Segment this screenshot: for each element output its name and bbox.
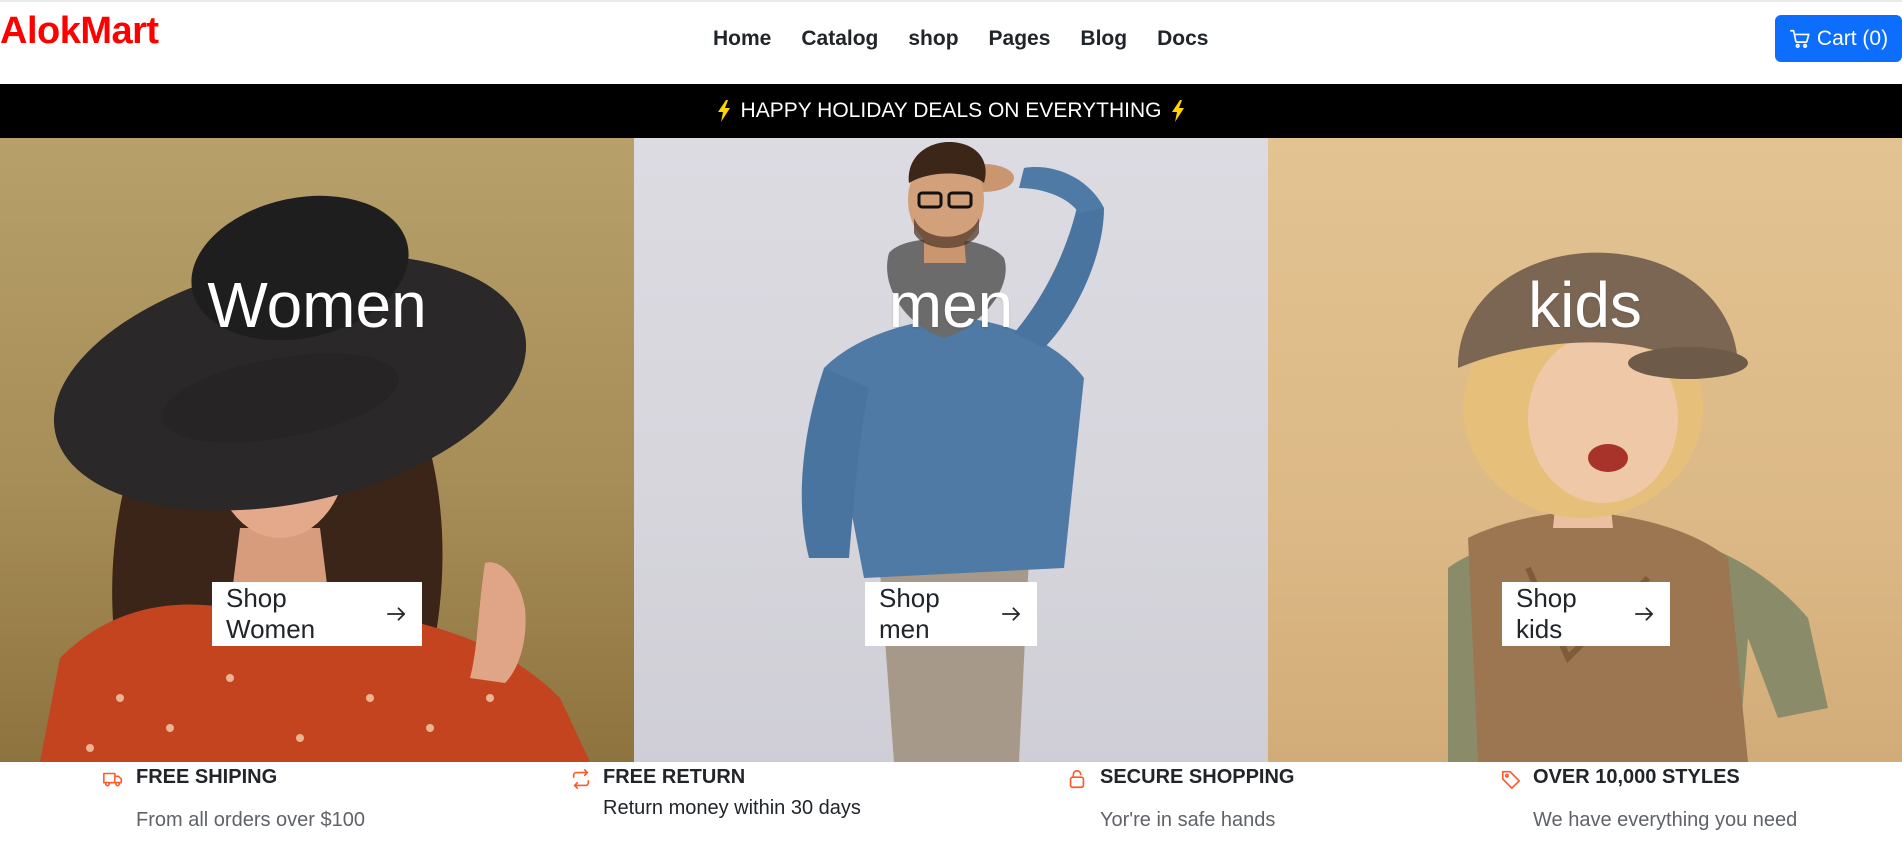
category-title-kids: kids bbox=[1528, 269, 1642, 341]
feature-text: Yor're in safe hands bbox=[1100, 809, 1276, 831]
women-model-image bbox=[40, 195, 590, 762]
site-header: AlokMart Home Catalog shop Pages Blog Do… bbox=[0, 0, 1902, 84]
shop-men-button[interactable]: Shop men bbox=[865, 582, 1037, 646]
nav-item-pages[interactable]: Pages bbox=[989, 26, 1051, 52]
feature-text: From all orders over $100 bbox=[136, 809, 365, 831]
promo-banner: HAPPY HOLIDAY DEALS ON EVERYTHING bbox=[0, 84, 1902, 138]
cart-icon bbox=[1789, 29, 1810, 48]
feature-title: SECURE SHOPPING bbox=[1100, 766, 1295, 788]
lightning-icon bbox=[1172, 100, 1185, 122]
category-tile-men[interactable]: men Shop men bbox=[634, 138, 1268, 762]
shop-women-label: Shop Women bbox=[226, 583, 316, 644]
arrow-right-icon bbox=[1002, 607, 1021, 621]
nav-item-blog[interactable]: Blog bbox=[1080, 26, 1127, 52]
category-tile-women[interactable]: Women Shop Women bbox=[0, 138, 634, 762]
men-model-image bbox=[801, 142, 1104, 762]
truck-icon bbox=[103, 772, 123, 787]
shop-kids-label: Shop kids bbox=[1516, 583, 1577, 644]
kids-model-image bbox=[1448, 252, 1828, 762]
lock-icon bbox=[1069, 769, 1085, 789]
category-grid: Women Shop Women men Shop men kids Shop … bbox=[0, 138, 1902, 762]
category-tile-kids[interactable]: kids Shop kids bbox=[1268, 138, 1902, 762]
cart-label: Cart (0) bbox=[1816, 26, 1889, 50]
feature-title: OVER 10,000 STYLES bbox=[1533, 766, 1740, 788]
lightning-icon bbox=[717, 100, 730, 122]
category-title-men: men bbox=[888, 269, 1014, 341]
shop-kids-button[interactable]: Shop kids bbox=[1502, 582, 1670, 646]
promo-text: HAPPY HOLIDAY DEALS ON EVERYTHING bbox=[740, 99, 1162, 122]
shop-men-label: Shop men bbox=[879, 583, 940, 644]
nav-item-home[interactable]: Home bbox=[713, 26, 771, 52]
feature-text: Return money within 30 days bbox=[603, 797, 861, 819]
arrow-right-icon bbox=[386, 607, 406, 621]
return-icon bbox=[572, 769, 590, 789]
main-nav: Home Catalog shop Pages Blog Docs bbox=[713, 26, 1238, 52]
nav-item-docs[interactable]: Docs bbox=[1157, 26, 1208, 52]
shop-women-button[interactable]: Shop Women bbox=[212, 582, 422, 646]
cart-button[interactable]: Cart (0) bbox=[1775, 15, 1902, 62]
nav-item-catalog[interactable]: Catalog bbox=[801, 26, 878, 52]
arrow-right-icon bbox=[1635, 607, 1654, 621]
features-bar: FREE SHIPING From all orders over $100 F… bbox=[0, 762, 1902, 865]
feature-text: We have everything you need bbox=[1533, 809, 1798, 831]
feature-title: FREE RETURN bbox=[603, 766, 746, 788]
feature-title: FREE SHIPING bbox=[136, 766, 278, 788]
category-title-women: Women bbox=[207, 269, 427, 341]
nav-item-shop[interactable]: shop bbox=[908, 26, 958, 52]
brand-logo[interactable]: AlokMart bbox=[0, 10, 159, 53]
tag-icon bbox=[1501, 770, 1521, 789]
